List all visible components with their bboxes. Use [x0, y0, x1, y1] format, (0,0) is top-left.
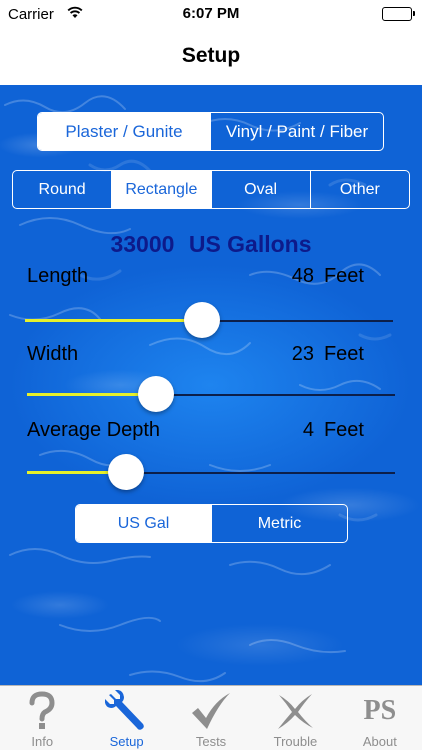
- ps-logo-text: PS: [363, 695, 397, 726]
- average-depth-slider-thumb[interactable]: [108, 454, 145, 490]
- tab-setup-label: Setup: [109, 734, 144, 749]
- question-icon: [0, 690, 84, 732]
- width-label: Width: [27, 343, 79, 365]
- units-segmented-control: US Gal Metric: [75, 504, 348, 543]
- pool-type-plaster-gunite[interactable]: Plaster / Gunite: [38, 113, 210, 150]
- shape-rectangle[interactable]: Rectangle: [111, 171, 211, 208]
- navigation-bar: Setup: [0, 30, 422, 85]
- average-depth-slider[interactable]: [27, 453, 395, 493]
- width-value: 23 Feet: [292, 343, 364, 366]
- pool-shape-segmented-control: Round Rectangle Oval Other: [12, 170, 410, 209]
- length-unit: Feet: [323, 265, 364, 287]
- width-slider-fill: [27, 393, 156, 396]
- volume-value: 33000: [110, 231, 175, 257]
- width-slider-thumb[interactable]: [137, 376, 174, 412]
- tab-trouble[interactable]: Trouble: [253, 686, 337, 750]
- pool-type-vinyl-paint-fiber[interactable]: Vinyl / Paint / Fiber: [210, 113, 383, 150]
- average-depth-label: Average Depth: [27, 419, 161, 441]
- length-label: Length: [27, 265, 89, 287]
- volume-unit: US Gallons: [188, 231, 312, 257]
- shape-round[interactable]: Round: [13, 171, 111, 208]
- length-slider[interactable]: [25, 301, 393, 341]
- tab-tests-label: Tests: [195, 734, 227, 749]
- width-unit: Feet: [323, 343, 364, 365]
- average-depth-number: 4: [302, 419, 314, 441]
- length-slider-fill: [25, 319, 202, 322]
- average-depth-value: 4 Feet: [303, 419, 364, 442]
- length-value: 48 Feet: [292, 265, 364, 288]
- pool-type-segmented-control: Plaster / Gunite Vinyl / Paint / Fiber: [37, 112, 384, 151]
- tab-setup[interactable]: Setup: [84, 686, 168, 750]
- units-us-gal[interactable]: US Gal: [76, 505, 211, 542]
- tab-about[interactable]: PS About: [338, 686, 422, 750]
- status-bar: Carrier 6:07 PM: [0, 0, 422, 30]
- width-number: 23: [291, 343, 314, 365]
- average-depth-unit: Feet: [323, 419, 364, 441]
- shape-other[interactable]: Other: [309, 171, 409, 208]
- pool-water-background: Plaster / Gunite Vinyl / Paint / Fiber R…: [0, 85, 422, 685]
- x-mark-icon: [253, 690, 337, 732]
- clock-time: 6:07 PM: [182, 5, 240, 22]
- ps-logo-icon: PS: [338, 690, 422, 732]
- tab-info-label: Info: [31, 734, 54, 749]
- tab-tests[interactable]: Tests: [169, 686, 253, 750]
- tab-trouble-label: Trouble: [273, 734, 318, 749]
- battery-icon: [382, 7, 415, 21]
- pool-volume-readout: 33000 US Gallons: [0, 231, 422, 258]
- width-slider[interactable]: [27, 375, 395, 415]
- units-metric[interactable]: Metric: [211, 505, 347, 542]
- length-number: 48: [291, 265, 314, 287]
- wrench-icon: [84, 690, 168, 732]
- checkmark-icon: [169, 690, 253, 732]
- length-slider-thumb[interactable]: [183, 302, 220, 338]
- tab-about-label: About: [362, 734, 397, 749]
- shape-oval[interactable]: Oval: [210, 171, 310, 208]
- tab-bar: Info Setup Tests Trouble PS About: [0, 685, 422, 750]
- page-title: Setup: [181, 44, 241, 67]
- tab-info[interactable]: Info: [0, 686, 84, 750]
